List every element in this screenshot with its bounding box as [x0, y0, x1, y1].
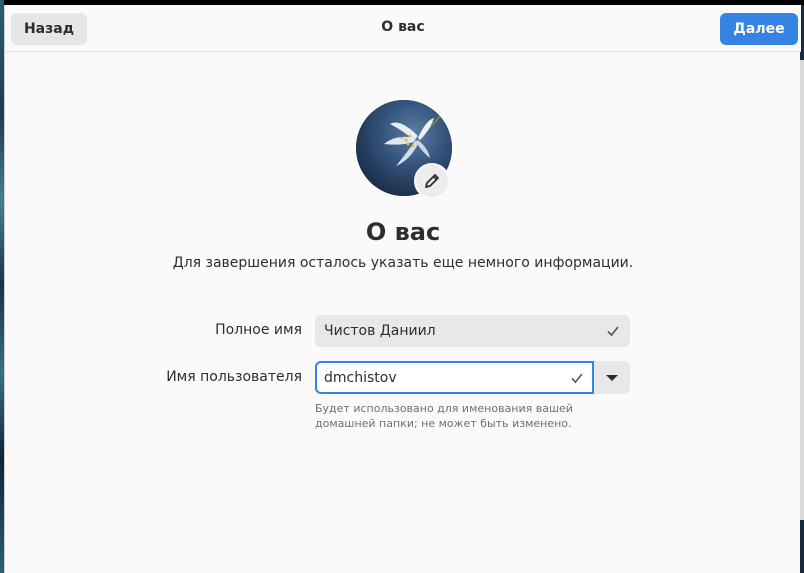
page-title: О вас — [365, 218, 441, 246]
username-hint: Будет использовано для именования вашей … — [315, 402, 573, 430]
avatar-section — [356, 100, 452, 199]
header-bar: Назад О вас Далее — [5, 5, 801, 52]
username-input[interactable] — [324, 369, 584, 387]
full-name-input[interactable] — [324, 322, 584, 340]
setup-window: Назад О вас Далее О вас Для завершения о… — [4, 5, 804, 573]
username-label: Имя пользователя — [166, 369, 302, 385]
username-field[interactable] — [315, 361, 594, 394]
page-subtitle: Для завершения осталось указать еще немн… — [172, 255, 634, 271]
header-title: О вас — [381, 19, 425, 35]
pencil-icon — [425, 174, 439, 188]
full-name-field[interactable] — [315, 315, 630, 347]
next-button[interactable]: Далее — [720, 13, 798, 45]
checkmark-icon — [571, 373, 583, 384]
edit-avatar-button[interactable] — [414, 163, 450, 199]
username-dropdown-button[interactable] — [594, 361, 630, 394]
full-name-label: Полное имя — [215, 322, 302, 338]
triangle-down-icon — [606, 374, 618, 381]
checkmark-icon — [607, 326, 619, 337]
scrollbar[interactable] — [800, 60, 804, 520]
username-combo — [315, 361, 630, 394]
